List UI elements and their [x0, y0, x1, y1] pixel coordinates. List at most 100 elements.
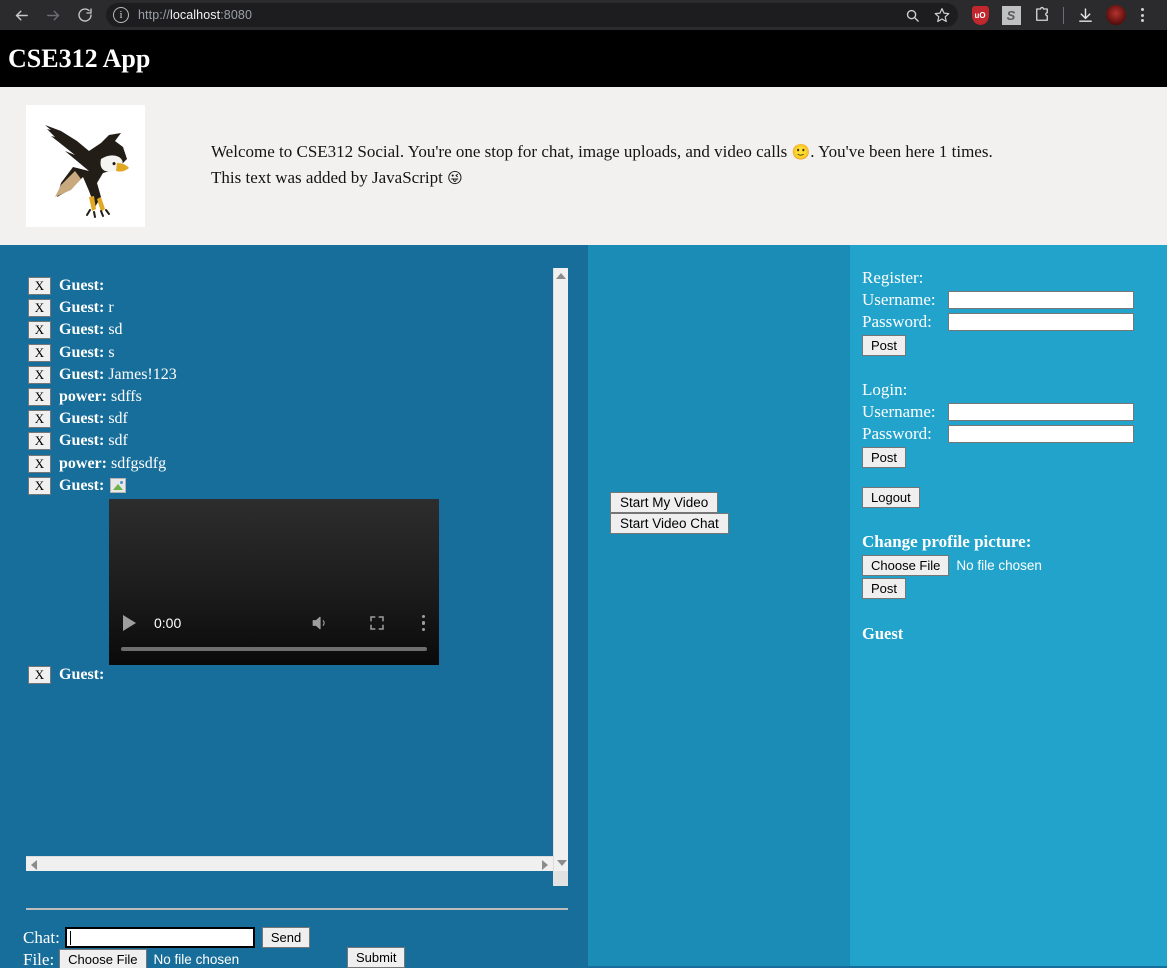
login-post-button[interactable]: Post	[862, 447, 907, 468]
message-author: Guest:	[59, 410, 105, 428]
horizontal-scrollbar-thumb[interactable]	[40, 857, 538, 871]
file-status-text: No file chosen	[153, 952, 240, 967]
app-header: CSE312 App	[0, 30, 1167, 87]
chat-input-row: Chat: Send	[23, 927, 311, 948]
video-message-label: X Guest:	[28, 666, 104, 684]
main-content: X Guest: X Guest: r X Guest: sd X Guest:	[0, 245, 1167, 968]
delete-message-button[interactable]: X	[28, 410, 51, 429]
vertical-scrollbar[interactable]	[553, 268, 568, 871]
puzzle-piece-icon[interactable]	[1032, 5, 1052, 25]
list-item: X Guest: sd	[26, 319, 553, 341]
profile-file-status-text: No file chosen	[956, 558, 1042, 573]
chat-scroll-container: X Guest: X Guest: r X Guest: sd X Guest:	[26, 268, 568, 886]
message-text: sdffs	[110, 388, 142, 406]
register-heading: Register:	[862, 268, 924, 287]
delete-message-button[interactable]: X	[28, 388, 51, 407]
delete-message-button[interactable]: X	[28, 365, 51, 384]
choose-file-button[interactable]: Choose File	[59, 949, 147, 968]
video-current-time: 0:00	[154, 614, 182, 631]
register-password-row: Password:	[862, 311, 1167, 333]
file-input[interactable]: Choose File No file chosen	[59, 949, 239, 968]
list-item: X Guest: sdf	[26, 408, 553, 430]
video-chat-panel: Start My Video Start Video Chat	[588, 245, 850, 966]
chat-input-label: Chat:	[23, 927, 60, 947]
chat-message-list: X Guest: X Guest: r X Guest: sd X Guest:	[26, 268, 553, 871]
scrollbar-corner	[553, 871, 568, 886]
delete-message-button[interactable]: X	[28, 476, 51, 495]
logout-button[interactable]: Logout	[862, 487, 920, 508]
message-author: Guest:	[59, 365, 105, 383]
gray-extension-icon[interactable]: S	[1001, 5, 1021, 25]
chrome-menu-icon[interactable]	[1137, 8, 1148, 22]
ublock-origin-icon[interactable]: uO	[970, 5, 990, 25]
message-author: Guest:	[59, 666, 105, 683]
login-username-input[interactable]	[948, 403, 1134, 421]
browser-toolbar: i http://localhost:8080 uO S	[0, 0, 1167, 30]
delete-message-button[interactable]: X	[28, 277, 51, 296]
scroll-right-arrow-icon[interactable]	[542, 859, 548, 870]
message-author: Guest:	[59, 277, 105, 295]
profile-avatar[interactable]	[1106, 5, 1126, 25]
register-username-input[interactable]	[948, 291, 1134, 309]
message-text: r	[108, 299, 114, 317]
url-text: http://localhost:8080	[138, 8, 252, 22]
back-arrow-icon[interactable]	[6, 2, 36, 28]
welcome-message: Welcome to CSE312 Social. You're one sto…	[211, 139, 993, 191]
current-user-label: Guest	[862, 624, 904, 643]
welcome-line-1-tail: . You've been here 1 times.	[810, 142, 993, 161]
register-username-row: Username:	[862, 289, 1167, 311]
start-my-video-button[interactable]: Start My Video	[610, 492, 719, 513]
message-text: sdf	[108, 410, 128, 428]
video-progress-bar[interactable]	[121, 646, 427, 651]
volume-icon[interactable]	[310, 614, 330, 632]
message-author: Guest:	[59, 476, 105, 494]
scroll-up-arrow-icon[interactable]	[556, 273, 566, 279]
scroll-down-arrow-icon[interactable]	[556, 860, 567, 866]
send-button[interactable]: Send	[261, 927, 311, 948]
login-password-label: Password:	[862, 424, 932, 443]
message-text: s	[108, 343, 115, 361]
list-item: X power: sdffs	[26, 386, 553, 408]
submit-button[interactable]: Submit	[347, 947, 406, 968]
list-item: X Guest:	[26, 275, 553, 297]
login-password-input[interactable]	[948, 425, 1134, 443]
play-icon[interactable]	[123, 614, 136, 631]
profile-post-button[interactable]: Post	[862, 578, 907, 599]
message-text: sdfgsdfg	[110, 454, 167, 472]
register-username-label: Username:	[862, 290, 936, 309]
chat-panel: X Guest: X Guest: r X Guest: sd X Guest:	[0, 245, 588, 968]
star-icon[interactable]	[934, 7, 950, 23]
smiley-emoji-icon: 🙂	[791, 143, 811, 161]
list-item: X Guest: s	[26, 342, 553, 364]
register-post-button[interactable]: Post	[862, 335, 907, 356]
message-author: Guest:	[59, 299, 105, 317]
address-bar[interactable]: i http://localhost:8080	[106, 3, 958, 27]
chat-input[interactable]	[64, 927, 255, 948]
delete-message-button[interactable]: X	[28, 321, 51, 340]
bald-eagle-image	[26, 105, 145, 227]
start-video-chat-button[interactable]: Start Video Chat	[610, 513, 729, 534]
scroll-left-arrow-icon[interactable]	[31, 859, 37, 870]
download-icon[interactable]	[1075, 5, 1095, 25]
delete-message-button[interactable]: X	[28, 343, 51, 362]
delete-message-button[interactable]: X	[28, 299, 51, 318]
forward-arrow-icon[interactable]	[38, 2, 68, 28]
message-text: James!123	[108, 365, 177, 383]
fullscreen-icon[interactable]	[368, 614, 386, 632]
delete-message-button[interactable]: X	[28, 666, 51, 684]
info-circle-icon[interactable]: i	[113, 7, 129, 23]
login-heading: Login:	[862, 380, 908, 399]
profile-picture-heading: Change profile picture:	[862, 532, 1032, 551]
video-player[interactable]: 0:00	[109, 498, 439, 665]
delete-message-button[interactable]: X	[28, 454, 51, 473]
delete-message-button[interactable]: X	[28, 432, 51, 451]
horizontal-scrollbar[interactable]	[26, 856, 553, 871]
profile-choose-file-button[interactable]: Choose File	[862, 555, 950, 576]
video-more-options-icon[interactable]	[421, 614, 425, 632]
profile-picture-file-input[interactable]: Choose File No file chosen	[862, 555, 1167, 576]
list-item: X Guest:	[26, 475, 553, 497]
search-icon[interactable]	[905, 8, 920, 23]
reload-icon[interactable]	[70, 2, 100, 28]
list-item: X Guest: r	[26, 297, 553, 319]
register-password-input[interactable]	[948, 313, 1134, 331]
